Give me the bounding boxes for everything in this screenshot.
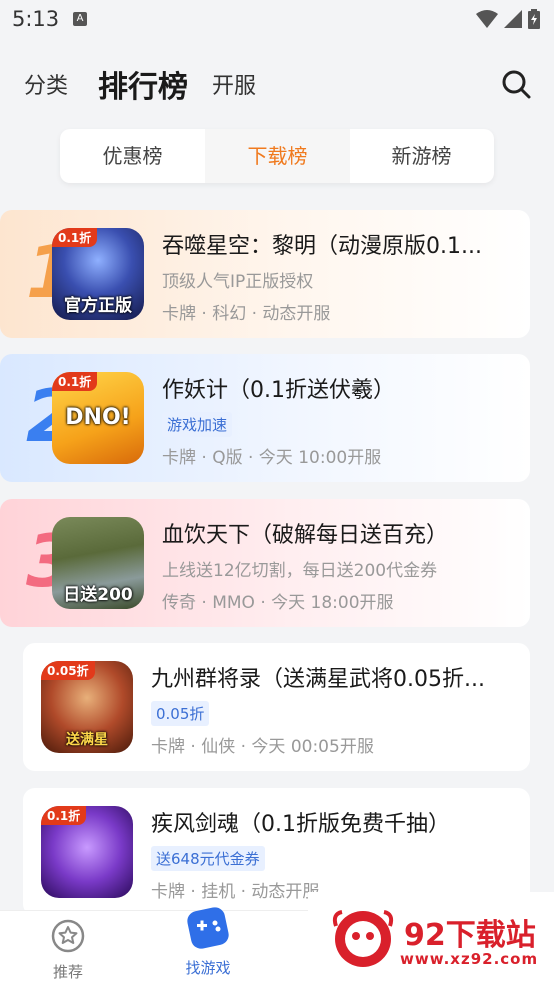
bottom-nav-label: 找游戏 (185, 959, 231, 977)
signal-icon (504, 10, 522, 28)
game-card-1[interactable]: 1 0.1折 官方正版 吞噬星空：黎明（动漫原版0.1... 顶级人气IP正版授… (0, 210, 530, 338)
bottom-nav-label: 推荐 (52, 963, 83, 981)
game-title: 血饮天下（破解每日送百充） (162, 523, 449, 548)
search-icon[interactable] (500, 68, 532, 100)
status-icons (476, 9, 540, 29)
tab-server-open[interactable]: 开服 (212, 68, 256, 100)
status-bar: 5:13 A (0, 0, 554, 38)
icon-caption: 送满星 (66, 732, 108, 748)
gamepad-icon (187, 907, 229, 949)
game-tag: 0.05折 (151, 701, 210, 726)
game-card-2[interactable]: 2 0.1折 DNO! 作妖计（0.1折送伏羲） 游戏加速 卡牌 · Q版 · … (0, 354, 530, 482)
notification-a-icon: A (73, 12, 87, 26)
game-title: 吞噬星空：黎明（动漫原版0.1... (162, 234, 482, 259)
icon-caption: 官方正版 (64, 296, 132, 316)
game-desc: 顶级人气IP正版授权 (162, 272, 314, 292)
game-meta: 传奇 · MMO · 今天 18:00开服 (162, 593, 394, 613)
game-meta: 卡牌 · 挂机 · 动态开服 (151, 882, 320, 902)
game-title: 作妖计（0.1折送伏羲） (162, 378, 395, 403)
game-icon: 0.05折 送满星 (41, 661, 133, 753)
discount-badge: 0.1折 (52, 372, 98, 391)
bottom-nav-recommend[interactable]: 推荐 (23, 919, 113, 982)
game-card-3[interactable]: 3 日送200 血饮天下（破解每日送百充） 上线送12亿切割，每日送200代金券… (0, 499, 530, 627)
game-icon: 日送200 (52, 517, 144, 609)
status-time: 5:13 (12, 7, 60, 31)
game-card-4[interactable]: 0.05折 送满星 九州群将录（送满星武将0.05折... 0.05折 卡牌 ·… (23, 643, 530, 771)
watermark-url: www.xz92.com (400, 950, 539, 968)
top-nav: 分类 排行榜 开服 (0, 56, 554, 112)
tab-new-game-rank[interactable]: 新游榜 (349, 129, 494, 183)
tab-download-rank[interactable]: 下载榜 (205, 129, 350, 183)
watermark-logo-icon (332, 910, 394, 967)
wifi-icon (476, 10, 498, 28)
game-tag: 游戏加速 (162, 412, 233, 437)
tab-discount-rank[interactable]: 优惠榜 (60, 129, 205, 183)
game-tag: 送648元代金券 (151, 846, 265, 871)
discount-badge: 0.05折 (41, 661, 95, 680)
star-icon (51, 919, 85, 953)
game-title: 九州群将录（送满星武将0.05折... (151, 667, 485, 692)
watermark-text: 92下载站 (404, 918, 536, 953)
game-meta: 卡牌 · 仙侠 · 今天 00:05开服 (151, 737, 374, 757)
game-desc: 上线送12亿切割，每日送200代金券 (162, 561, 438, 581)
bottom-nav-find-game[interactable]: 找游戏 (163, 905, 253, 978)
tab-ranking[interactable]: 排行榜 (98, 62, 188, 106)
game-meta: 卡牌 · 科幻 · 动态开服 (162, 304, 331, 324)
icon-caption: 日送200 (63, 585, 133, 605)
ranking-tabs: 优惠榜 下载榜 新游榜 (60, 129, 494, 183)
game-title: 疾风剑魂（0.1折版免费千抽） (151, 812, 450, 837)
icon-caption: DNO! (65, 405, 131, 430)
game-meta: 卡牌 · Q版 · 今天 10:00开服 (162, 448, 382, 468)
discount-badge: 0.1折 (52, 228, 98, 247)
game-icon: 0.1折 官方正版 (52, 228, 144, 320)
game-icon: 0.1折 (41, 806, 133, 898)
discount-badge: 0.1折 (41, 806, 87, 825)
game-icon: 0.1折 DNO! (52, 372, 144, 464)
tab-category[interactable]: 分类 (24, 68, 68, 100)
battery-icon (528, 9, 540, 29)
watermark: 92下载站 www.xz92.com (308, 892, 554, 985)
